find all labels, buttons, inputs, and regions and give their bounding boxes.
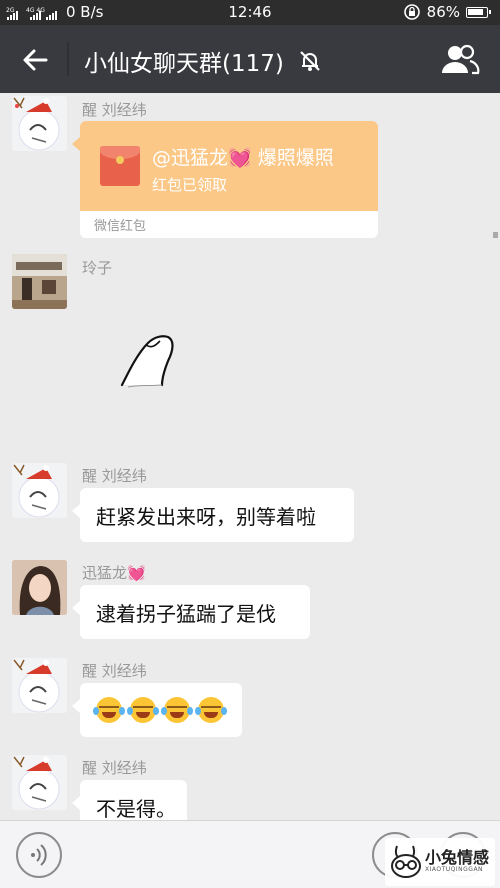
red-packet-card[interactable]: @迅猛龙💓 爆照爆照 红包已领取 微信红包 [80, 121, 378, 238]
group-members-icon[interactable] [440, 43, 480, 75]
sender-name: 醒 刘经纬 [82, 467, 147, 485]
sender-name: 醒 刘经纬 [82, 759, 147, 777]
red-packet-title: @迅猛龙💓 爆照爆照 [152, 147, 334, 169]
hand-sticker-image[interactable] [118, 331, 180, 393]
mute-bell-icon [300, 51, 320, 71]
laughing-tears-emoji [93, 697, 125, 723]
red-packet-header: @迅猛龙💓 爆照爆照 红包已领取 [80, 121, 378, 211]
message-emoji: 醒 刘经纬 [0, 655, 500, 745]
voice-input-button[interactable] [16, 832, 62, 878]
bubble-tail [72, 137, 80, 151]
message-sticker: 玲子 [0, 251, 500, 451]
message-bubble[interactable]: 赶紧发出来呀，别等着啦 [72, 488, 354, 542]
group-title: 小仙女聊天群(117) [84, 51, 284, 77]
battery-percent: 86% [426, 3, 460, 21]
avatar[interactable] [12, 254, 67, 309]
watermark-logo: 小兔情感 XIAOTUQINGGAN [385, 838, 495, 886]
avatar[interactable] [12, 658, 67, 713]
laughing-tears-emoji [195, 697, 227, 723]
sender-name: 迅猛龙💓 [82, 564, 146, 582]
red-envelope-icon [100, 146, 140, 186]
message-bubble[interactable]: 逮着拐子猛踹了是伐 [72, 585, 310, 639]
avatar[interactable] [12, 96, 67, 151]
red-packet-footer: 微信红包 [94, 219, 147, 234]
back-arrow-icon[interactable] [20, 45, 50, 75]
voice-icon [31, 844, 47, 866]
battery-icon [466, 6, 491, 18]
scroll-indicator [493, 232, 498, 238]
message-text: 迅猛龙💓 逮着拐子猛踹了是伐 [0, 557, 500, 647]
message-text: 醒 刘经纬 赶紧发出来呀，别等着啦 [0, 460, 500, 550]
laughing-tears-emoji [127, 697, 159, 723]
sender-name: 玲子 [82, 259, 113, 277]
red-packet-status: 红包已领取 [152, 176, 228, 194]
chat-screen: 2G 4G 4G 0 B/s 12:46 86% 小仙女聊天群(117) 醒 刘… [0, 0, 500, 888]
rotation-lock-icon [403, 4, 420, 20]
status-bar: 2G 4G 4G 0 B/s 12:46 86% [0, 0, 500, 25]
message-bubble[interactable] [72, 683, 242, 737]
watermark-text: 小兔情感 [425, 848, 490, 867]
rabbit-glasses-icon [391, 845, 421, 878]
laughing-tears-emoji [161, 697, 193, 723]
avatar[interactable] [12, 560, 67, 615]
watermark-subtext: XIAOTUQINGGAN [425, 866, 484, 873]
avatar[interactable] [12, 463, 67, 518]
sender-name: 醒 刘经纬 [82, 662, 147, 680]
chat-title-bar: 小仙女聊天群(117) [0, 25, 500, 93]
avatar[interactable] [12, 755, 67, 810]
title-divider [67, 42, 69, 76]
sender-name: 醒 刘经纬 [82, 101, 147, 119]
